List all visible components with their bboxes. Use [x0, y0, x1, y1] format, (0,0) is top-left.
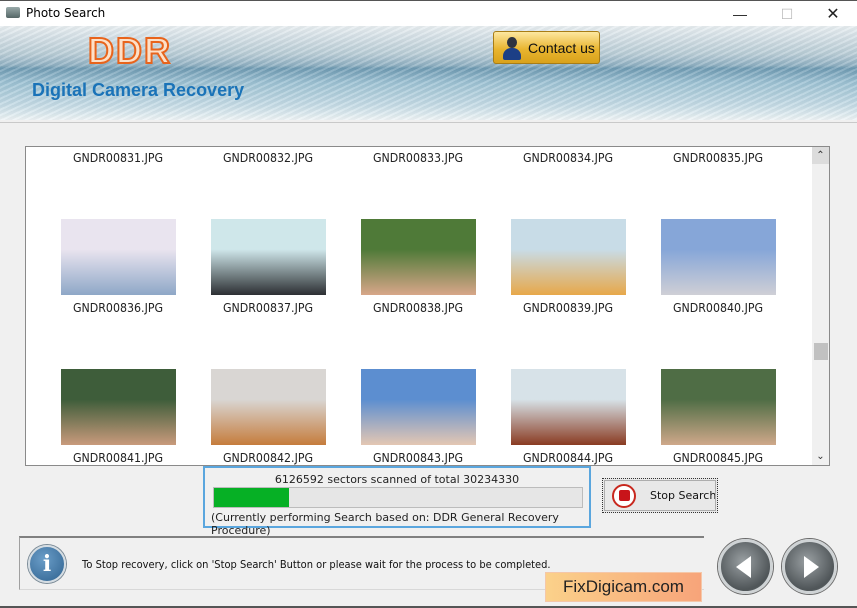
- photo-item[interactable]: GNDR00834.JPG: [493, 151, 643, 165]
- scroll-down-icon[interactable]: ⌄: [812, 448, 829, 465]
- photo-item[interactable]: GNDR00841.JPG: [43, 369, 193, 465]
- photo-item[interactable]: GNDR00845.JPG: [643, 369, 793, 465]
- photo-filename: GNDR00843.JPG: [372, 451, 464, 465]
- brand-badge: FixDigicam.com: [545, 572, 702, 602]
- header-divider: [0, 122, 857, 123]
- product-subtitle: Digital Camera Recovery: [32, 80, 245, 100]
- photo-filename: GNDR00833.JPG: [372, 151, 464, 165]
- photo-thumbnail[interactable]: [660, 219, 776, 295]
- photo-filename: GNDR00842.JPG: [222, 451, 314, 465]
- stop-icon: [612, 483, 636, 508]
- back-button[interactable]: [718, 539, 773, 594]
- arrow-right-icon: [804, 555, 819, 578]
- arrow-left-icon: [736, 555, 751, 578]
- photo-filename: GNDR00844.JPG: [522, 451, 614, 465]
- close-button[interactable]: ✕: [810, 1, 856, 27]
- procedure-note: (Currently performing Search based on: D…: [211, 511, 559, 537]
- photo-thumbnail[interactable]: [360, 219, 476, 295]
- info-message: To Stop recovery, click on 'Stop Search'…: [82, 558, 551, 571]
- contact-us-button[interactable]: Contact us: [493, 31, 600, 64]
- photo-filename: GNDR00834.JPG: [522, 151, 614, 165]
- photo-filename: GNDR00838.JPG: [372, 301, 464, 315]
- scan-progress-panel: 6126592 sectors scanned of total 3023433…: [203, 466, 591, 537]
- stop-search-label: Stop Search: [650, 489, 717, 502]
- photo-item[interactable]: GNDR00844.JPG: [493, 369, 643, 465]
- photo-item[interactable]: GNDR00842.JPG: [193, 369, 343, 465]
- photo-item[interactable]: GNDR00836.JPG: [43, 219, 193, 315]
- app-header: DDR Digital Camera Recovery Contact us: [0, 26, 857, 120]
- photo-thumbnail[interactable]: [60, 369, 176, 445]
- photo-item[interactable]: GNDR00835.JPG: [643, 151, 793, 165]
- vertical-scrollbar[interactable]: ⌃ ⌄: [812, 147, 829, 465]
- scan-progress-bar: [213, 487, 583, 508]
- minimize-button[interactable]: —: [717, 1, 763, 27]
- photo-filename: GNDR00845.JPG: [672, 451, 764, 465]
- window-title: Photo Search: [26, 6, 106, 20]
- camera-app-icon: [6, 7, 20, 18]
- photo-item[interactable]: GNDR00843.JPG: [343, 369, 493, 465]
- photo-thumbnail[interactable]: [360, 369, 476, 445]
- photo-filename: GNDR00837.JPG: [222, 301, 314, 315]
- sectors-status: 6126592 sectors scanned of total 3023433…: [274, 473, 520, 486]
- photo-filename: GNDR00840.JPG: [672, 301, 764, 315]
- scrollbar-thumb[interactable]: [814, 343, 828, 360]
- photo-item[interactable]: GNDR00832.JPG: [193, 151, 343, 165]
- title-bar: Photo Search — ☐ ✕: [0, 0, 857, 26]
- photo-thumbnail[interactable]: [510, 219, 626, 295]
- stop-search-button[interactable]: Stop Search: [602, 478, 718, 513]
- photo-thumbnail[interactable]: [510, 369, 626, 445]
- person-icon: [502, 36, 522, 60]
- photo-filename: GNDR00832.JPG: [222, 151, 314, 165]
- photo-thumbnail[interactable]: [210, 369, 326, 445]
- photo-item[interactable]: GNDR00833.JPG: [343, 151, 493, 165]
- progress-fill: [214, 488, 289, 507]
- photo-item[interactable]: GNDR00831.JPG: [43, 151, 193, 165]
- photo-gallery[interactable]: GNDR00831.JPG GNDR00832.JPG GNDR00833.JPG G…: [25, 146, 830, 466]
- photo-item[interactable]: GNDR00838.JPG: [343, 219, 493, 315]
- photo-thumbnail[interactable]: [210, 219, 326, 295]
- photo-thumbnail[interactable]: [60, 219, 176, 295]
- photo-thumbnail[interactable]: [660, 369, 776, 445]
- ddr-logo: DDR: [87, 29, 172, 72]
- maximize-button[interactable]: ☐: [764, 1, 810, 27]
- photo-filename: GNDR00836.JPG: [72, 301, 164, 315]
- photo-filename: GNDR00835.JPG: [672, 151, 764, 165]
- photo-filename: GNDR00831.JPG: [72, 151, 164, 165]
- info-icon: i: [28, 545, 66, 583]
- photo-filename: GNDR00841.JPG: [72, 451, 164, 465]
- photo-filename: GNDR00839.JPG: [522, 301, 614, 315]
- scroll-up-icon[interactable]: ⌃: [812, 147, 829, 164]
- photo-item[interactable]: GNDR00840.JPG: [643, 219, 793, 315]
- photo-item[interactable]: GNDR00837.JPG: [193, 219, 343, 315]
- photo-item[interactable]: GNDR00839.JPG: [493, 219, 643, 315]
- next-button[interactable]: [782, 539, 837, 594]
- contact-us-label: Contact us: [528, 39, 595, 56]
